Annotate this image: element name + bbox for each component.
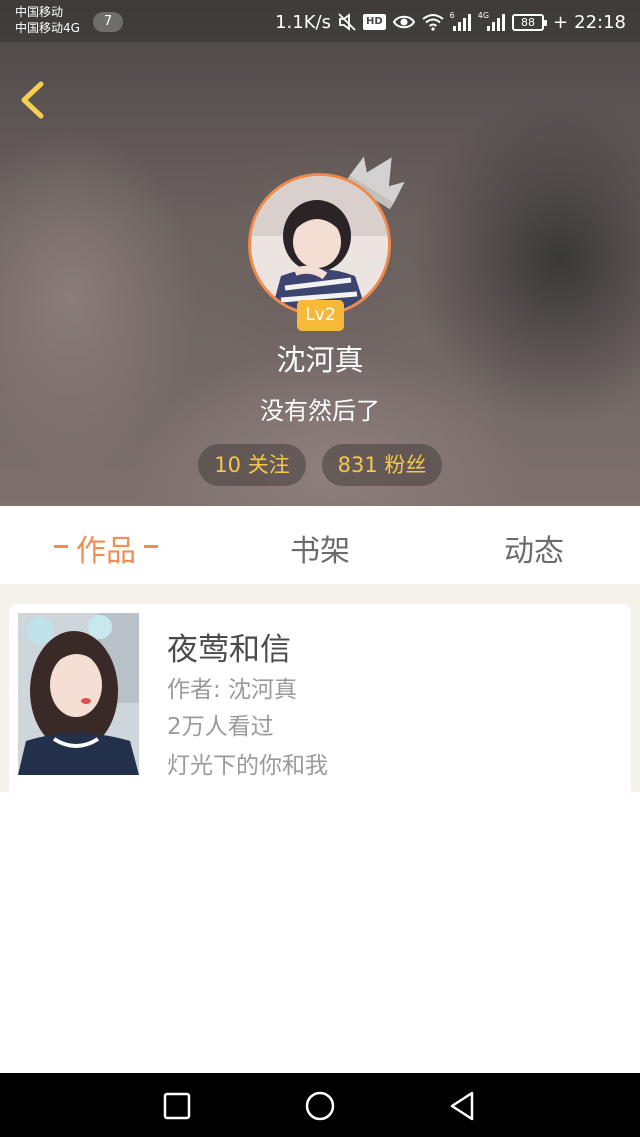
tab-indicator-right xyxy=(144,545,158,548)
mute-icon xyxy=(337,12,357,32)
user-signature: 没有然后了 xyxy=(260,397,380,425)
work-card[interactable]: 夜莺和信 作者: 沈河真 2万人看过 灯光下的你和我 xyxy=(9,604,631,792)
tab-works-label: 作品 xyxy=(76,534,136,569)
recent-apps-button[interactable] xyxy=(160,1089,194,1123)
status-bar: 中国移动 中国移动4G 7 1.1K/s HD 6 4G 88 + 22:18 xyxy=(0,0,640,42)
tab-indicator-left xyxy=(54,545,68,548)
charging-icon: + xyxy=(553,11,569,33)
network-speed: 1.1K/s xyxy=(275,11,331,33)
profile-header: 中国移动 中国移动4G 7 1.1K/s HD 6 4G 88 + 22:18 … xyxy=(0,0,640,506)
work-author: 作者: 沈河真 xyxy=(167,677,298,703)
system-nav-bar xyxy=(0,1073,640,1137)
user-name: 沈河真 xyxy=(276,343,364,377)
circle-icon xyxy=(305,1091,335,1121)
tab-works[interactable]: 作品 xyxy=(30,506,182,584)
eye-icon xyxy=(392,13,416,31)
carrier-info: 中国移动 中国移动4G xyxy=(15,4,80,36)
signal-1-icon: 6 xyxy=(449,10,472,31)
battery-icon: 88 xyxy=(512,13,548,31)
system-back-button[interactable] xyxy=(446,1089,480,1123)
level-badge: Lv2 xyxy=(297,300,344,331)
tab-activity-label: 动态 xyxy=(504,534,564,569)
clock: 22:18 xyxy=(574,11,626,33)
home-button[interactable] xyxy=(303,1089,337,1123)
back-button[interactable] xyxy=(14,76,54,124)
square-icon xyxy=(163,1092,191,1120)
work-title: 夜莺和信 xyxy=(167,632,291,668)
carrier-2: 中国移动4G xyxy=(15,21,80,35)
wifi-icon xyxy=(422,13,444,31)
profile-tabs: 作品 书架 动态 xyxy=(0,506,640,594)
signal-2-icon: 4G xyxy=(477,10,506,31)
status-icons: 1.1K/s HD 6 4G 88 + 22:18 xyxy=(275,10,626,34)
signal-2-label: 4G xyxy=(477,10,490,20)
work-description: 灯光下的你和我 xyxy=(167,753,328,779)
notification-count-badge: 7 xyxy=(93,12,123,32)
triangle-back-icon xyxy=(450,1091,474,1121)
tab-activity[interactable]: 动态 xyxy=(458,506,610,584)
avatar[interactable] xyxy=(248,173,391,316)
work-views: 2万人看过 xyxy=(167,714,274,740)
chevron-left-icon xyxy=(21,81,44,119)
signal-1-label: 6 xyxy=(449,10,455,20)
hd-icon: HD xyxy=(362,14,386,30)
following-button[interactable]: 10 关注 xyxy=(198,444,306,486)
profile-page: 中国移动 中国移动4G 7 1.1K/s HD 6 4G 88 + 22:18 … xyxy=(0,0,640,1137)
avatar-image xyxy=(251,176,388,313)
carrier-1: 中国移动 xyxy=(15,5,64,19)
tab-bookshelf[interactable]: 书架 xyxy=(244,506,396,584)
cover-image xyxy=(18,613,139,775)
fans-button[interactable]: 831 粉丝 xyxy=(322,444,442,486)
tab-bookshelf-label: 书架 xyxy=(290,534,350,569)
work-cover xyxy=(18,613,139,775)
